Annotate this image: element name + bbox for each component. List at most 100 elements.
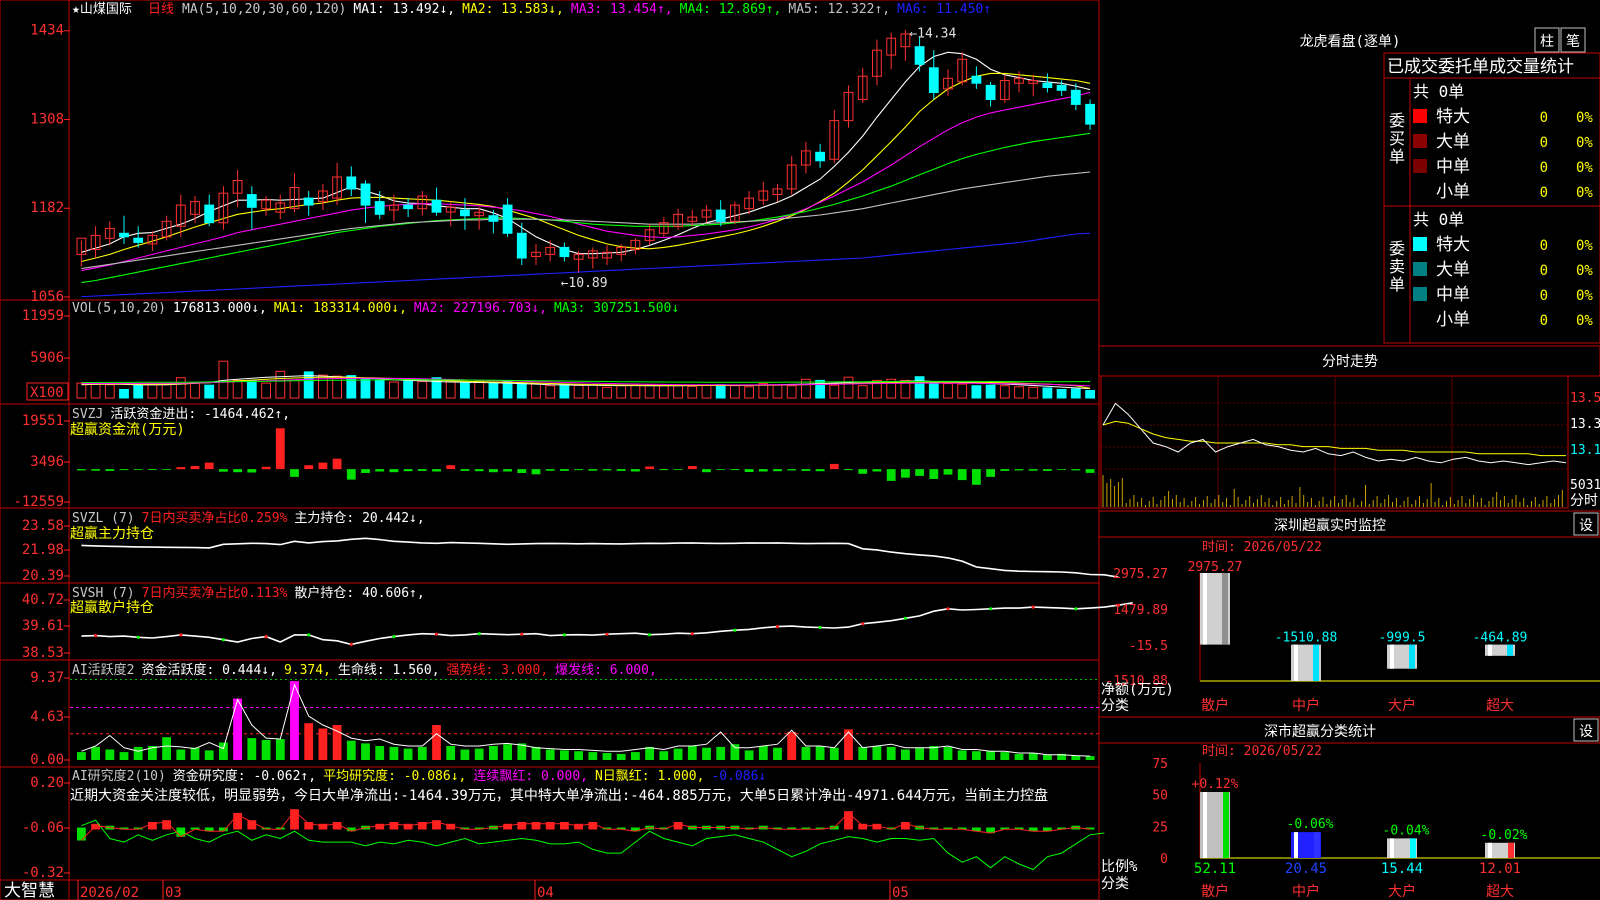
svzj-bar bbox=[233, 469, 242, 473]
svzj-panel[interactable]: SVZJ 活跃资金进出: -1464.462↑,超赢资金流(万元) 19551 349… bbox=[13, 406, 1095, 510]
ma-legend-5: MA5: 12.322↑, bbox=[788, 2, 890, 17]
svzj-bar bbox=[304, 465, 314, 470]
ai1-bar bbox=[346, 740, 356, 760]
candle bbox=[516, 232, 527, 259]
intraday-panel[interactable]: 分时走势 13.52 13.35 13.19 5031分时 bbox=[1098, 345, 1600, 509]
classify-cat-3: 超大 bbox=[1486, 884, 1514, 900]
svzj-bar bbox=[474, 469, 484, 472]
svsh-tick-1: 39.61 bbox=[22, 618, 64, 634]
svzj-bar bbox=[1057, 469, 1066, 470]
price-tick-2: 1182 bbox=[30, 200, 64, 216]
ai1-bar bbox=[829, 747, 839, 760]
classify-bar-hl-1 bbox=[1294, 832, 1298, 858]
stock-chart-screen[interactable]: ★山煤国际 日线 MA(5,10,20,30,60,120) MA1: 13.492↓… bbox=[0, 0, 1600, 900]
ai1-bar bbox=[687, 746, 697, 760]
ai-research-panel[interactable]: AI研究度2(10) 资金研究度: -0.062↑, 平均研究度: -0.086↓,… bbox=[22, 768, 1105, 881]
volume-bar bbox=[758, 383, 769, 399]
ma-line-MA4 bbox=[81, 132, 1091, 284]
lhb-buy-swatch-2 bbox=[1413, 159, 1427, 173]
ai1-tick-0: 9.37 bbox=[30, 670, 64, 686]
candle bbox=[460, 209, 470, 217]
price-panel[interactable]: ★山煤国际 日线 MA(5,10,20,30,60,120) MA1: 13.492↓… bbox=[30, 2, 1095, 305]
svsh-dot bbox=[307, 633, 311, 637]
classify-cat-2: 大户 bbox=[1388, 883, 1416, 900]
ai2-legend-3: 连续飘红: 0.000, bbox=[473, 768, 588, 784]
volume-bar bbox=[573, 384, 584, 399]
volume-bar bbox=[772, 384, 783, 399]
ai1-bar bbox=[560, 750, 569, 760]
svzj-bar bbox=[858, 469, 868, 474]
ai1-bar bbox=[91, 746, 100, 760]
ai2-commentary: 近期大资金关注度较低，明显弱势，今日大单净流出:-1464.39万元，其中特大单… bbox=[70, 787, 1048, 804]
ai2-bar bbox=[517, 822, 527, 830]
svzl-tick-2: 20.39 bbox=[22, 568, 64, 584]
lhb-buy-side-label: 买 bbox=[1389, 129, 1405, 148]
ai1-bar bbox=[460, 749, 470, 760]
volume-bar bbox=[104, 384, 115, 399]
classify-value-1: 20.45 bbox=[1285, 861, 1327, 877]
volume-bar bbox=[346, 375, 357, 399]
volume-bar bbox=[786, 385, 797, 399]
realtime-bar-edge-3 bbox=[1507, 644, 1513, 656]
ai1-bar bbox=[1000, 752, 1010, 760]
ai1-bar bbox=[1085, 756, 1095, 760]
intraday-tick-0: 13.52 bbox=[1570, 391, 1600, 406]
lhb-sell-row-count-1: 0 bbox=[1540, 263, 1548, 279]
ai2-bar bbox=[844, 811, 853, 830]
ai1-bar bbox=[375, 746, 385, 760]
lhb-title: 龙虎看盘(逐单) bbox=[1300, 33, 1401, 50]
realtime-title: 深圳超赢实时监控 bbox=[1274, 517, 1386, 534]
svzj-bar bbox=[105, 469, 115, 471]
ai1-bar bbox=[204, 750, 214, 760]
ai-activity-panel[interactable]: AI活跃度2 资金活跃度: 0.444↓, 9.374, 生命线: 1.560, 强势线… bbox=[30, 662, 1100, 768]
candle bbox=[360, 183, 371, 206]
ai1-legend-1: 资金活跃度: 0.444↓, bbox=[141, 662, 276, 678]
intraday-title: 分时走势 bbox=[1322, 354, 1378, 370]
realtime-bar-hl-2 bbox=[1390, 644, 1394, 669]
svsh-dot bbox=[349, 642, 353, 647]
svzj-bar bbox=[446, 465, 456, 470]
svsh-dot bbox=[221, 638, 225, 642]
svsh-dot bbox=[648, 633, 652, 637]
lhb-bar-button-label: 柱 bbox=[1540, 34, 1554, 50]
volume-panel[interactable]: VOL(5,10,20) 176813.000↓, MA1: 183314.000↓… bbox=[22, 301, 1095, 401]
svsh-panel[interactable]: SVSH (7) 7日内买卖净占比0.113% 散户持仓: 40.606↑, 超赢散户… bbox=[22, 585, 1133, 661]
svsh-dot bbox=[520, 632, 524, 636]
volume-bar bbox=[559, 383, 570, 399]
ai1-bar bbox=[389, 746, 399, 760]
lhb-buy-row-label-3: 小单 bbox=[1436, 182, 1470, 202]
volume-bar bbox=[502, 381, 513, 399]
ai1-bar bbox=[773, 747, 782, 760]
ai1-legend-5: 爆发线: 6.000, bbox=[555, 662, 657, 678]
left-frame bbox=[0, 0, 1100, 900]
realtime-cat-3: 超大 bbox=[1486, 698, 1514, 714]
lhb-buy-row-count-1: 0 bbox=[1540, 135, 1548, 151]
svsh-dot bbox=[989, 607, 993, 611]
volume-bar bbox=[488, 382, 499, 399]
ai2-bar bbox=[560, 822, 569, 830]
lhb-sell-row-count-0: 0 bbox=[1540, 238, 1548, 254]
svzj-bar bbox=[545, 469, 555, 471]
svzj-bar bbox=[503, 469, 512, 472]
svzj-legend-0: SVZJ bbox=[72, 407, 103, 422]
svzj-bar bbox=[290, 469, 299, 477]
ma-legend-0: MA(5,10,20,30,60,120) bbox=[182, 2, 346, 17]
ai2-bar bbox=[901, 822, 910, 830]
date-label-3: 05 bbox=[892, 885, 909, 900]
realtime-xlabel-title: 分类 bbox=[1101, 698, 1129, 714]
ai1-bar bbox=[133, 746, 143, 760]
svzj-bar bbox=[176, 467, 186, 470]
ai1-bar bbox=[77, 752, 86, 760]
realtime-ylabel-0: 2975.27 bbox=[1113, 567, 1168, 582]
volume-bar bbox=[460, 382, 470, 399]
ma-legend-6: MA6: 11.450↑ bbox=[897, 2, 991, 17]
lhb-buy-row-label-2: 中单 bbox=[1436, 157, 1470, 177]
lhb-sell-swatch-1 bbox=[1413, 262, 1427, 276]
ai1-tick-2: 0.00 bbox=[30, 752, 64, 768]
svzl-panel[interactable]: SVZL (7) 7日内买卖净占比0.259% 主力持仓: 20.442↓, 超赢主力… bbox=[22, 510, 1119, 584]
ai1-bar bbox=[247, 738, 257, 760]
svzj-bar bbox=[815, 469, 825, 472]
date-label-1: 03 bbox=[165, 885, 182, 900]
svzj-bar bbox=[659, 469, 669, 471]
realtime-bar-edge-2 bbox=[1409, 644, 1415, 669]
